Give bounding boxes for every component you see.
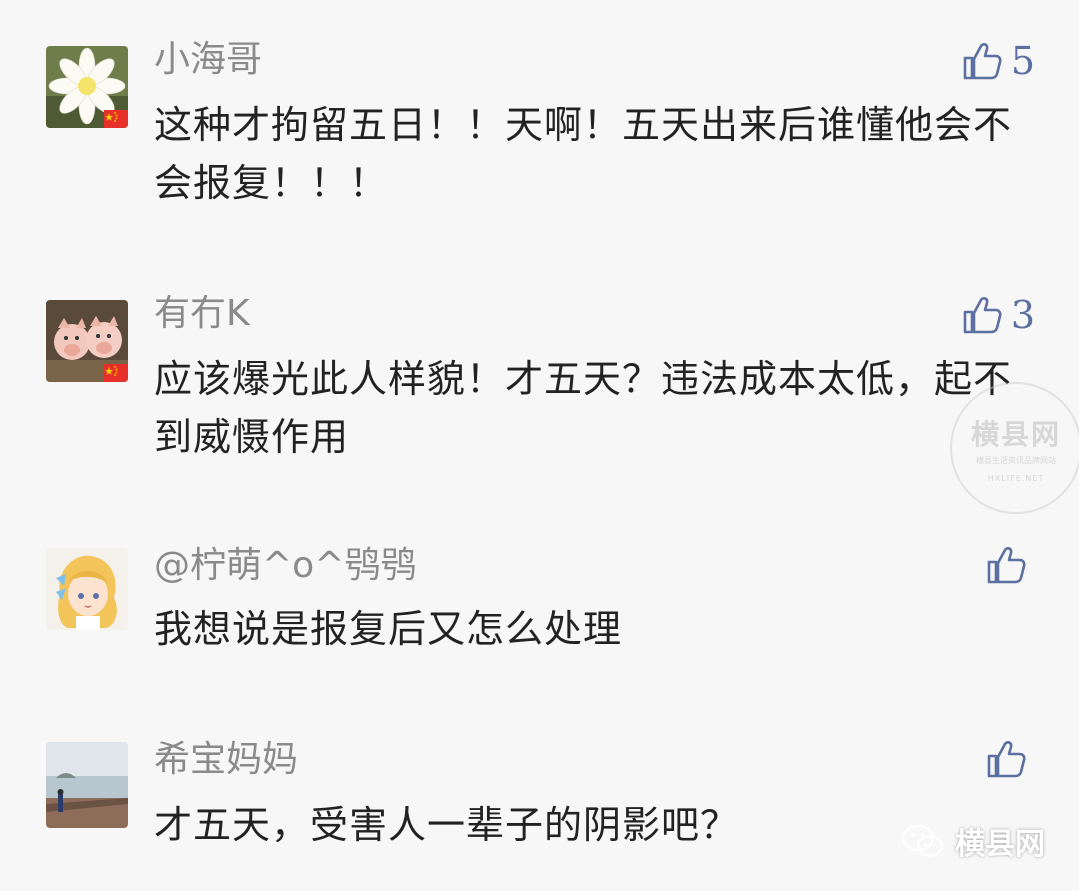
comment-text: 才五天，受害人一辈子的阴影吧？ xyxy=(154,803,740,847)
watermark-title: 横县网 xyxy=(970,418,1061,451)
avatar[interactable] xyxy=(46,46,128,128)
like-button[interactable] xyxy=(985,544,1035,586)
avatar[interactable] xyxy=(46,742,128,828)
comment-text: 应该爆光此人样貌！才五天？违法成本太低，起不到威慑作用 xyxy=(154,357,1013,459)
wechat-icon xyxy=(901,824,944,857)
commenter-name[interactable]: 小海哥 xyxy=(154,40,262,80)
china-flag-icon xyxy=(104,110,128,128)
china-flag-icon xyxy=(104,364,128,382)
like-button[interactable]: 3 xyxy=(961,294,1035,336)
thumbs-up-icon xyxy=(987,741,1026,778)
anime-girl-avatar-image xyxy=(46,548,128,630)
like-count: 5 xyxy=(1010,39,1035,83)
avatar[interactable] xyxy=(46,300,128,382)
commenter-name[interactable]: @柠萌^o^鸮鸮 xyxy=(154,546,416,586)
commenter-name[interactable]: 希宝妈妈 xyxy=(154,740,298,780)
thumbs-up-icon xyxy=(963,43,1002,80)
site-watermark: 横县网 横县生活资讯品牌网站 HXLIFE.NET xyxy=(950,382,1079,514)
brand-label: 横县网 xyxy=(955,827,1045,862)
like-count: 3 xyxy=(1010,293,1035,337)
brand-watermark: 横县网 xyxy=(901,819,1045,863)
like-button[interactable] xyxy=(985,738,1035,780)
avatar[interactable] xyxy=(46,548,128,630)
comment-text: 我想说是报复后又怎么处理 xyxy=(154,607,623,651)
thumbs-up-icon xyxy=(963,297,1002,334)
seaside-avatar-image xyxy=(46,742,128,828)
watermark-url: HXLIFE.NET xyxy=(987,474,1045,483)
commenter-name[interactable]: 有冇K xyxy=(154,294,250,334)
thumbs-up-icon xyxy=(987,547,1026,584)
watermark-subtitle: 横县生活资讯品牌网站 xyxy=(976,456,1056,465)
comment-text: 这种才拘留五日！！天啊！五天出来后谁懂他会不会报复！！！ xyxy=(154,103,1013,205)
like-button[interactable]: 5 xyxy=(961,40,1035,82)
